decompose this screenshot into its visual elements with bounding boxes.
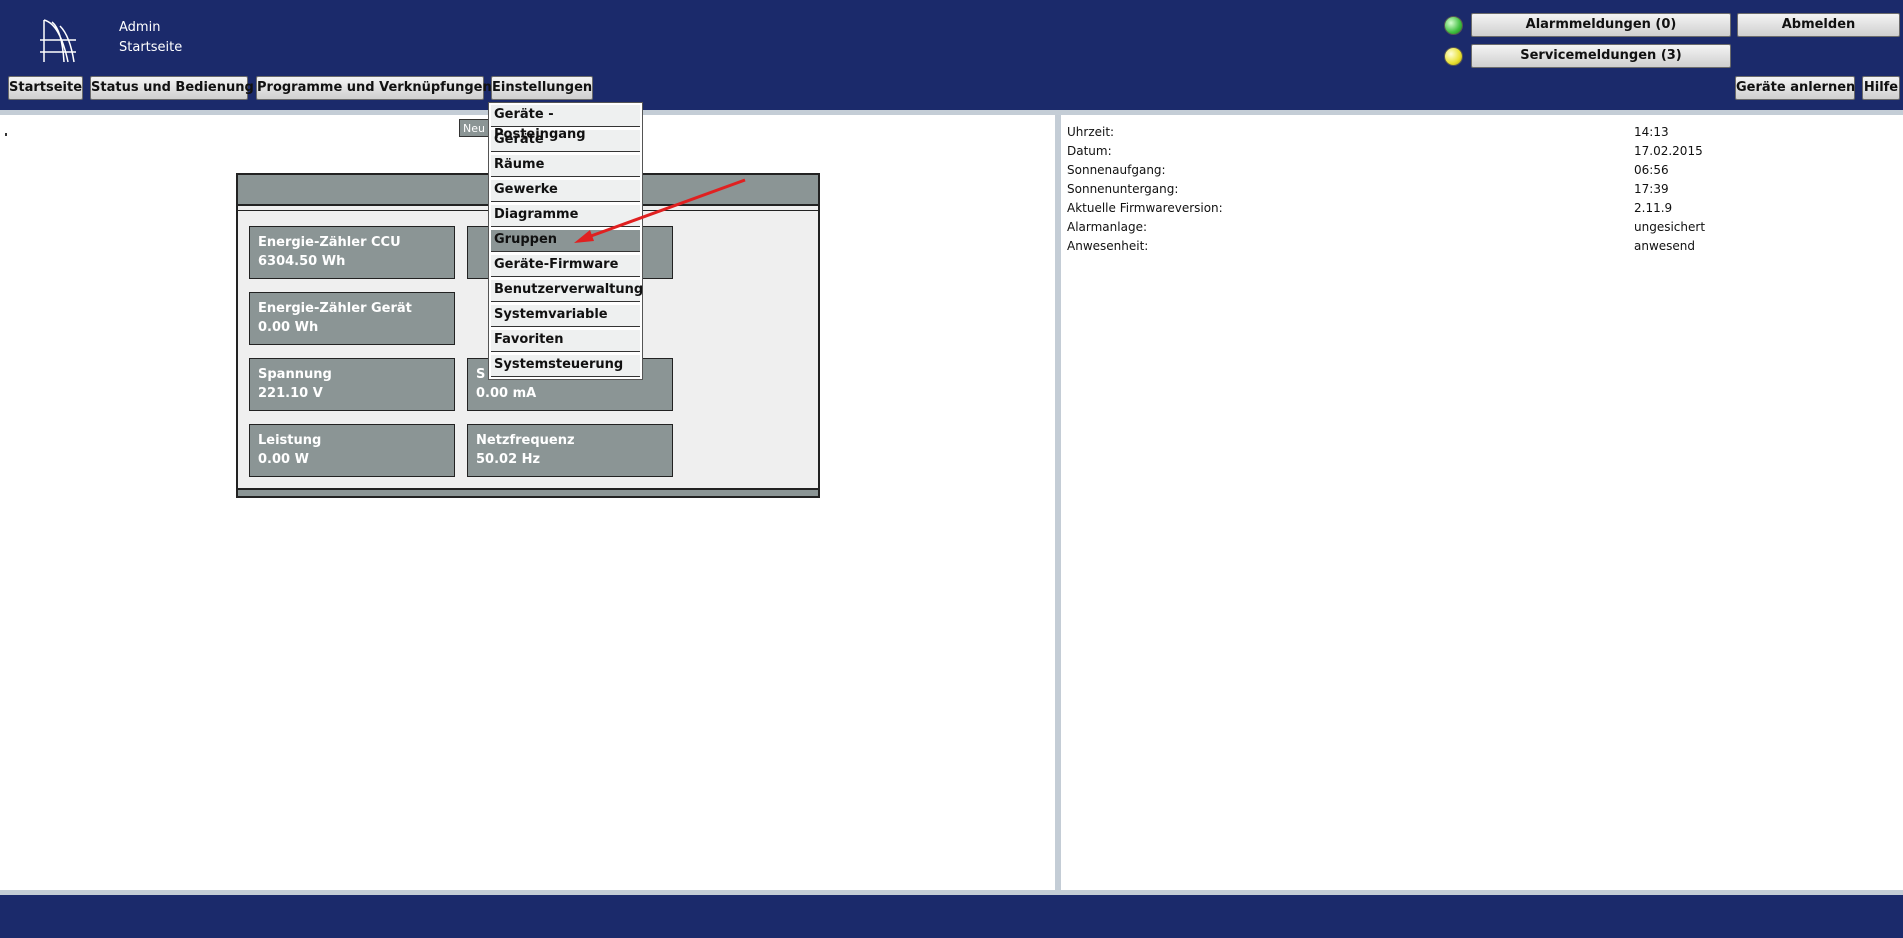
info-value: 14:13 bbox=[1634, 125, 1669, 139]
nav-status-button[interactable]: Status und Bedienung bbox=[90, 76, 254, 100]
tile-label: Energie-Zähler CCU bbox=[258, 235, 401, 250]
bottom-separator bbox=[0, 890, 1903, 895]
help-button[interactable]: Hilfe bbox=[1862, 76, 1900, 100]
alarm-messages-button[interactable]: Alarmmeldungen (0) bbox=[1471, 13, 1731, 37]
info-value: ungesichert bbox=[1634, 220, 1706, 234]
info-label: Anwesenheit: bbox=[1067, 239, 1149, 253]
tile-value: 0.00 W bbox=[258, 452, 309, 467]
alarm-status-led-icon bbox=[1444, 16, 1463, 35]
homematic-logo-icon bbox=[40, 19, 76, 63]
info-value: 06:56 bbox=[1634, 163, 1669, 177]
menu-item-benutzerverwaltung[interactable]: Benutzerverwaltung bbox=[491, 280, 643, 302]
menu-item-systemvariable[interactable]: Systemvariable bbox=[491, 305, 640, 327]
tile-value: 6304.50 Wh bbox=[258, 254, 346, 269]
info-label: Sonnenaufgang: bbox=[1067, 163, 1166, 177]
menu-item-favoriten[interactable]: Favoriten bbox=[491, 330, 640, 352]
tile-label: Netzfrequenz bbox=[476, 433, 575, 448]
red-arrow-annotation-icon bbox=[574, 178, 746, 243]
nav-einstellungen-button[interactable]: Einstellungen bbox=[491, 76, 593, 100]
info-label: Uhrzeit: bbox=[1067, 125, 1115, 139]
nav-programme-button[interactable]: Programme und Verknüpfungen bbox=[256, 76, 492, 100]
tile-label: Leistung bbox=[258, 433, 322, 448]
tile-value: 0.00 mA bbox=[476, 386, 537, 401]
tile-value: 221.10 V bbox=[258, 386, 323, 401]
current-user: Admin bbox=[119, 20, 161, 35]
tile-voltage[interactable]: Spannung 221.10 V bbox=[249, 358, 455, 411]
info-value: anwesend bbox=[1634, 239, 1696, 253]
info-label: Alarmanlage: bbox=[1067, 220, 1147, 234]
service-status-led-icon bbox=[1444, 47, 1463, 66]
info-value: 2.11.9 bbox=[1634, 201, 1673, 215]
tile-value: 50.02 Hz bbox=[476, 452, 541, 467]
right-panel bbox=[1061, 115, 1903, 890]
info-label: Datum: bbox=[1067, 144, 1112, 158]
tile-label: Energie-Zähler Gerät bbox=[258, 301, 412, 316]
logout-button[interactable]: Abmelden bbox=[1737, 13, 1900, 37]
menu-item-geraete-firmware[interactable]: Geräte-Firmware bbox=[491, 255, 640, 277]
service-messages-button[interactable]: Servicemeldungen (3) bbox=[1471, 44, 1731, 68]
tile-energy-device[interactable]: Energie-Zähler Gerät 0.00 Wh bbox=[249, 292, 455, 345]
current-page: Startseite bbox=[119, 40, 183, 55]
tile-frequency[interactable]: Netzfrequenz 50.02 Hz bbox=[467, 424, 673, 477]
teach-devices-button[interactable]: Geräte anlernen bbox=[1735, 76, 1855, 100]
tile-label: Spannung bbox=[258, 367, 332, 382]
info-label: Sonnenuntergang: bbox=[1067, 182, 1179, 196]
nav-startseite-button[interactable]: Startseite bbox=[8, 76, 83, 100]
info-value: 17:39 bbox=[1634, 182, 1669, 196]
new-badge[interactable]: Neu bbox=[459, 119, 491, 137]
tile-energy-ccu[interactable]: Energie-Zähler CCU 6304.50 Wh bbox=[249, 226, 455, 279]
tile-value: 0.00 Wh bbox=[258, 320, 319, 335]
stray-mark bbox=[5, 133, 7, 136]
info-label: Aktuelle Firmwareversion: bbox=[1067, 201, 1223, 215]
menu-item-geraete-posteingang[interactable]: Geräte - Posteingang bbox=[491, 105, 640, 142]
tile-power[interactable]: Leistung 0.00 W bbox=[249, 424, 455, 477]
menu-item-systemsteuerung[interactable]: Systemsteuerung bbox=[491, 355, 640, 377]
header-bar: Admin Startseite Startseite Status und B… bbox=[0, 0, 1903, 110]
info-value: 17.02.2015 bbox=[1634, 144, 1703, 158]
device-footer bbox=[238, 488, 818, 496]
